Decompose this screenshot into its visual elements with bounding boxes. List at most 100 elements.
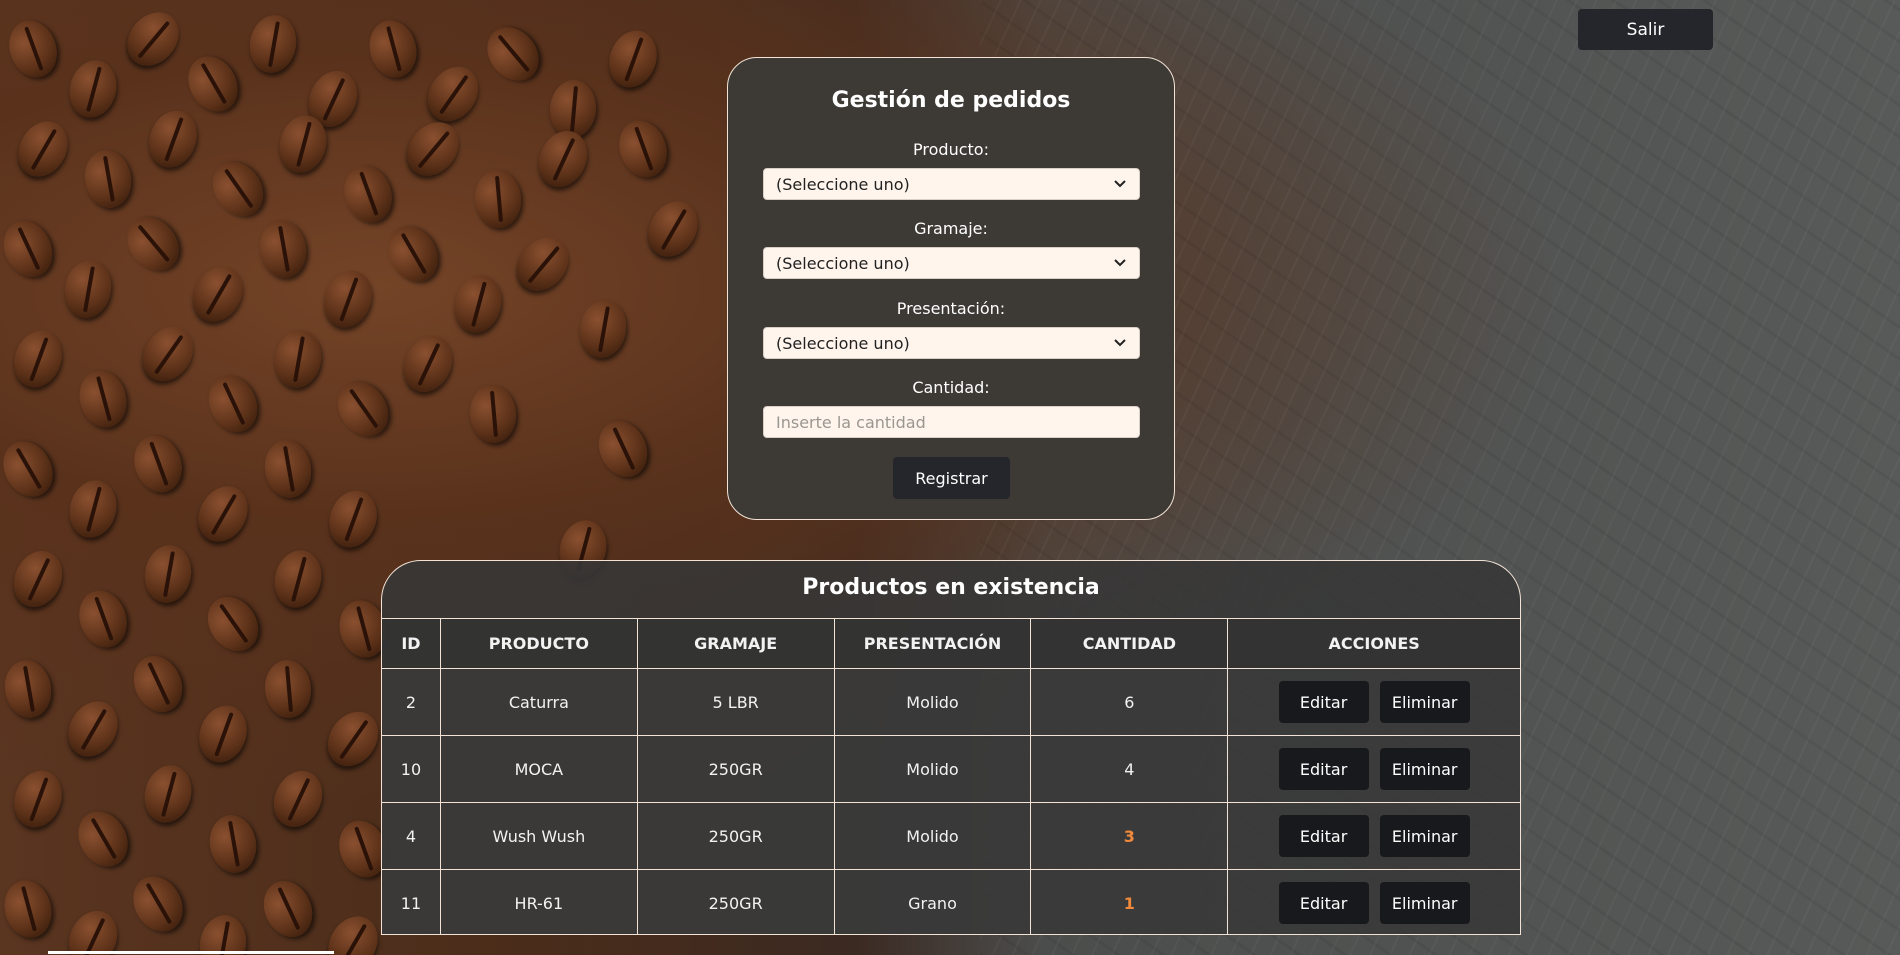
coffee-bean xyxy=(126,428,190,500)
products-table-card: Productos en existencia ID PRODUCTO GRAM… xyxy=(381,560,1521,935)
cell-gramaje: 250GR xyxy=(636,802,835,870)
edit-button[interactable]: Editar xyxy=(1278,748,1369,790)
coffee-bean xyxy=(601,23,665,95)
coffee-bean xyxy=(183,257,253,331)
coffee-bean xyxy=(467,383,519,445)
cell-id: 11 xyxy=(382,869,441,934)
coffee-bean xyxy=(318,907,388,955)
coffee-bean xyxy=(268,545,328,613)
cell-producto: Wush Wush xyxy=(439,802,638,870)
cell-acciones: Editar Eliminar xyxy=(1227,869,1520,934)
edit-button[interactable]: Editar xyxy=(1278,681,1369,723)
coffee-bean xyxy=(448,270,508,338)
coffee-bean xyxy=(336,158,400,230)
cell-presentacion: Molido xyxy=(833,735,1032,803)
coffee-bean xyxy=(270,326,326,392)
coffee-bean xyxy=(254,872,322,946)
column-header-id: ID xyxy=(382,618,441,669)
presentacion-select[interactable]: (Seleccione uno) xyxy=(763,327,1140,359)
order-form-card: Gestión de pedidos Producto: (Seleccione… xyxy=(727,57,1175,520)
column-header-cantidad: CANTIDAD xyxy=(1030,618,1229,669)
cantidad-input-placeholder: Inserte la cantidad xyxy=(776,412,926,432)
cell-cantidad-low-stock: 3 xyxy=(1030,802,1229,870)
coffee-bean xyxy=(262,658,314,720)
edit-button[interactable]: Editar xyxy=(1278,815,1369,857)
coffee-bean xyxy=(199,367,267,441)
cell-gramaje: 250GR xyxy=(636,869,835,934)
cell-producto: Caturra xyxy=(439,668,638,736)
coffee-bean xyxy=(638,192,708,266)
coffee-bean xyxy=(245,11,301,77)
cantidad-input[interactable]: Inserte la cantidad xyxy=(763,406,1140,438)
horizontal-scrollbar[interactable] xyxy=(48,951,334,954)
cell-id: 10 xyxy=(382,735,441,803)
coffee-bean xyxy=(0,656,56,722)
coffee-bean xyxy=(205,811,261,877)
gramaje-label: Gramaje: xyxy=(914,219,988,238)
coffee-bean xyxy=(363,15,423,83)
table-row: 10 MOCA 250GR Molido 4 Editar Eliminar xyxy=(382,735,1520,803)
coffee-bean xyxy=(116,207,190,281)
delete-button[interactable]: Eliminar xyxy=(1379,748,1470,790)
cell-producto: MOCA xyxy=(439,735,638,803)
table-row: 4 Wush Wush 250GR Molido 3 Editar Elimin… xyxy=(382,802,1520,870)
cell-cantidad: 4 xyxy=(1030,735,1229,803)
coffee-bean xyxy=(575,296,631,362)
coffee-bean xyxy=(547,78,599,140)
coffee-bean xyxy=(396,112,470,186)
logout-button[interactable]: Salir xyxy=(1578,9,1713,50)
coffee-bean xyxy=(123,867,193,941)
column-header-presentacion: PRESENTACIÓN xyxy=(833,618,1032,669)
cell-acciones: Editar Eliminar xyxy=(1227,735,1520,803)
coffee-bean xyxy=(178,47,248,121)
delete-button[interactable]: Eliminar xyxy=(1379,882,1470,924)
coffee-bean xyxy=(6,763,70,835)
coffee-bean xyxy=(6,323,70,395)
cell-presentacion: Grano xyxy=(833,869,1032,934)
edit-button[interactable]: Editar xyxy=(1278,882,1369,924)
coffee-bean xyxy=(191,698,255,770)
table-header-row: ID PRODUCTO GRAMAJE PRESENTACIÓN CANTIDA… xyxy=(382,618,1520,669)
coffee-bean xyxy=(255,216,311,282)
coffee-bean xyxy=(321,483,385,555)
coffee-bean xyxy=(138,760,198,828)
producto-label: Producto: xyxy=(913,140,989,159)
delete-button[interactable]: Eliminar xyxy=(1379,815,1470,857)
coffee-bean xyxy=(316,263,380,335)
table-row: 2 Caturra 5 LBR Molido 6 Editar Eliminar xyxy=(382,668,1520,736)
chevron-down-icon xyxy=(1113,256,1127,270)
cantidad-label: Cantidad: xyxy=(912,378,990,397)
coffee-bean xyxy=(58,692,128,766)
coffee-bean xyxy=(378,217,448,291)
coffee-bean xyxy=(188,477,258,551)
delete-button[interactable]: Eliminar xyxy=(1379,681,1470,723)
coffee-bean xyxy=(60,256,116,322)
cell-cantidad-low-stock: 1 xyxy=(1030,869,1229,934)
coffee-bean xyxy=(140,541,196,607)
cell-cantidad: 6 xyxy=(1030,668,1229,736)
coffee-bean xyxy=(264,762,332,836)
cell-producto: HR-61 xyxy=(439,869,638,934)
coffee-bean xyxy=(472,168,524,230)
presentacion-label: Presentación: xyxy=(896,299,1006,318)
coffee-bean xyxy=(394,327,462,401)
coffee-bean xyxy=(197,587,269,661)
cell-acciones: Editar Eliminar xyxy=(1227,668,1520,736)
producto-select[interactable]: (Seleccione uno) xyxy=(763,168,1140,200)
coffee-bean xyxy=(260,436,316,502)
column-header-acciones: ACCIONES xyxy=(1227,618,1520,669)
coffee-bean xyxy=(611,113,675,185)
cell-gramaje: 250GR xyxy=(636,735,835,803)
column-header-producto: PRODUCTO xyxy=(439,618,638,669)
coffee-bean xyxy=(63,55,123,123)
table-title: Productos en existencia xyxy=(802,575,1100,600)
gramaje-select[interactable]: (Seleccione uno) xyxy=(763,247,1140,279)
presentacion-select-value: (Seleccione uno) xyxy=(776,333,910,353)
coffee-bean xyxy=(417,57,489,131)
coffee-bean xyxy=(132,317,204,391)
table-row: 11 HR-61 250GR Grano 1 Editar Eliminar xyxy=(382,869,1520,934)
form-title: Gestión de pedidos xyxy=(831,88,1071,113)
coffee-bean xyxy=(1,13,65,85)
producto-select-value: (Seleccione uno) xyxy=(776,174,910,194)
register-button[interactable]: Registrar xyxy=(893,457,1010,499)
